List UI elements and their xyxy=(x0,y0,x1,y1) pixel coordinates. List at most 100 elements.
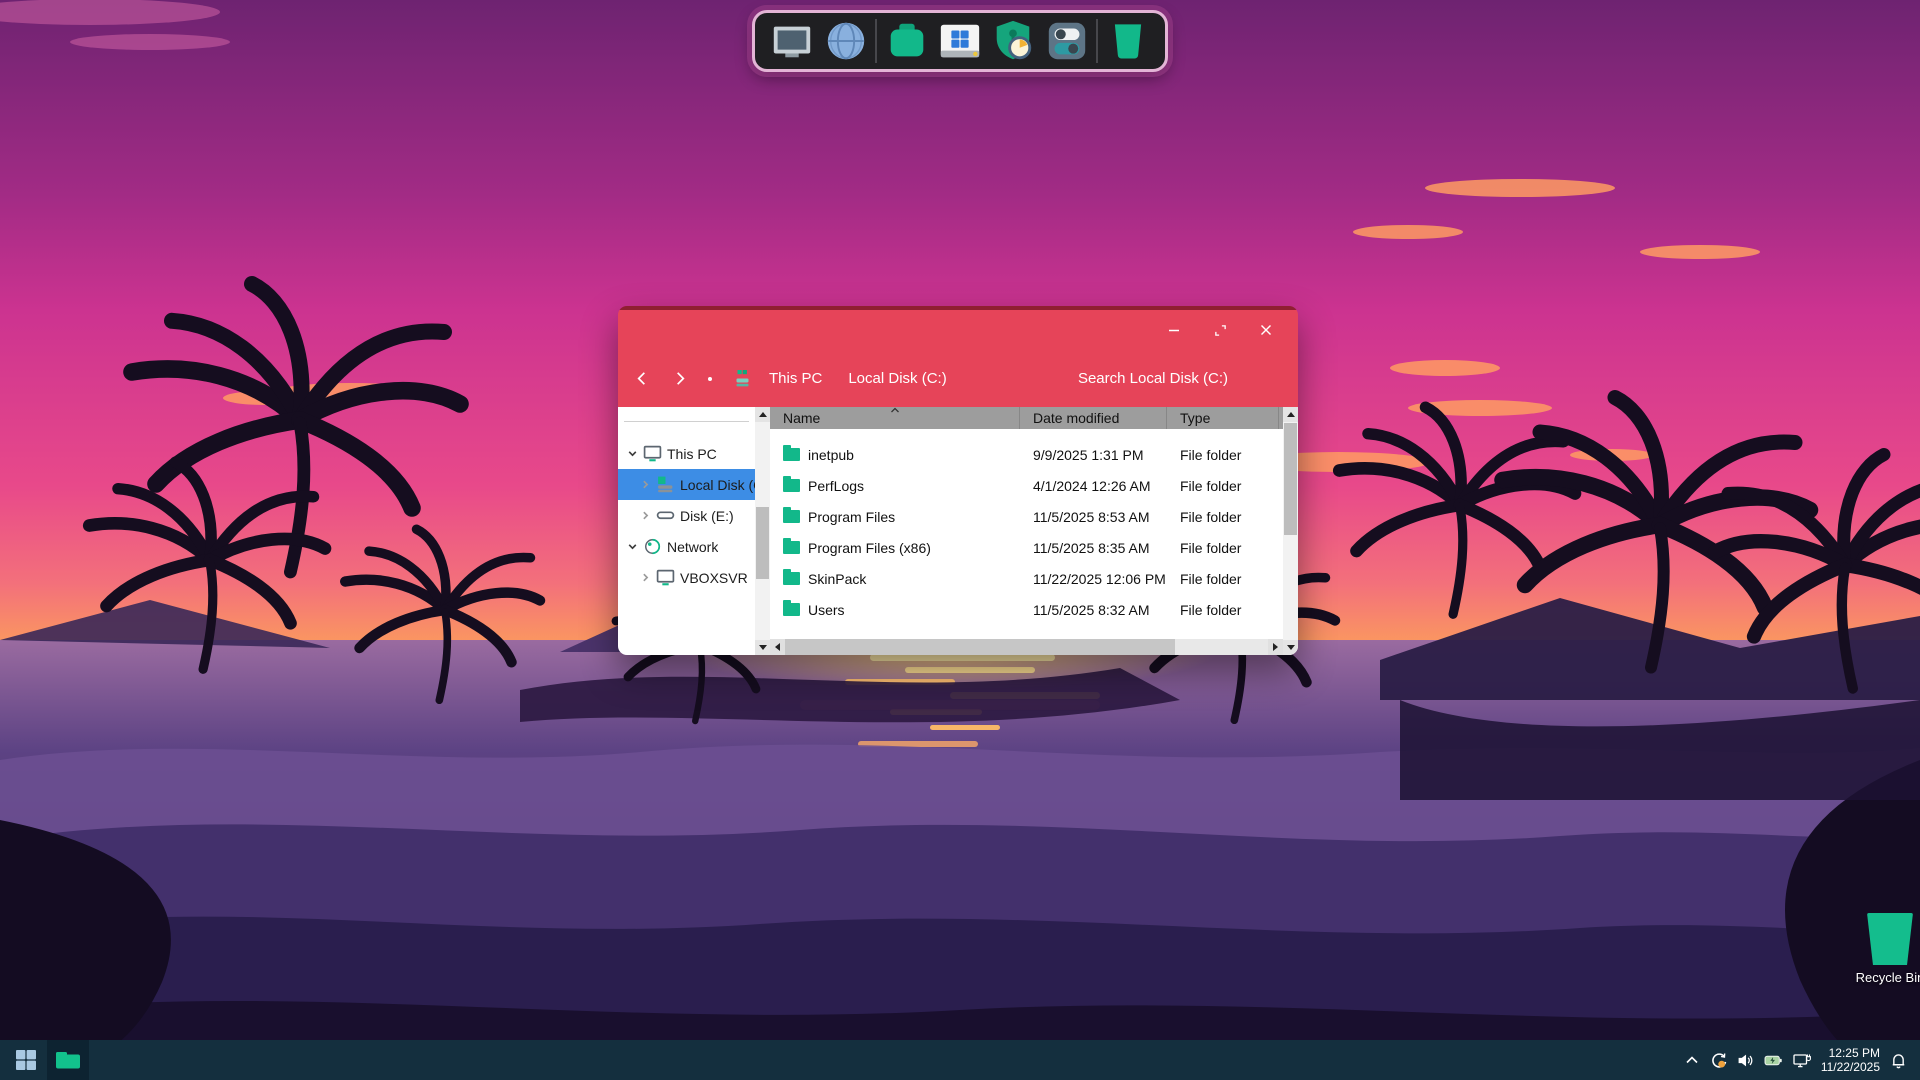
breadcrumb-this-pc[interactable]: This PC xyxy=(769,370,822,387)
minimize-icon xyxy=(1168,324,1180,336)
scroll-up-button[interactable] xyxy=(1283,407,1298,422)
back-button[interactable] xyxy=(634,370,649,387)
pc-icon xyxy=(656,569,675,586)
battery-icon[interactable] xyxy=(1764,1052,1783,1069)
file-row[interactable]: Program Files 11/5/2025 8:53 AM File fol… xyxy=(770,501,1283,532)
shield-clock-icon[interactable] xyxy=(989,17,1037,65)
scrollbar-thumb[interactable] xyxy=(1284,423,1297,535)
sync-badge-icon[interactable] xyxy=(1710,1052,1727,1069)
chevron-down-icon[interactable] xyxy=(626,448,638,459)
globe-icon[interactable] xyxy=(822,17,870,65)
disk-icon xyxy=(656,507,675,524)
maximize-icon xyxy=(1214,324,1227,337)
file-explorer-icon xyxy=(55,1049,81,1071)
sidebar-item-network[interactable]: Network xyxy=(618,531,755,562)
sidebar-item-label: VBOXSVR xyxy=(680,570,748,586)
scroll-right-button[interactable] xyxy=(1268,639,1283,655)
this-pc-address-icon xyxy=(732,368,753,389)
sidebar-item-vboxsvr[interactable]: VBOXSVR xyxy=(618,562,755,593)
forward-button[interactable] xyxy=(673,370,688,387)
sidebar-item-this-pc[interactable]: This PC xyxy=(618,438,755,469)
toggle-switches-icon[interactable] xyxy=(1043,17,1091,65)
maximize-button[interactable] xyxy=(1204,317,1236,343)
folder-icon xyxy=(783,572,800,585)
scrollbar-thumb[interactable] xyxy=(756,507,769,579)
sort-ascending-icon xyxy=(890,407,900,413)
file-date-modified: 11/5/2025 8:32 AM xyxy=(1020,602,1167,618)
chevron-down-icon[interactable] xyxy=(626,541,638,552)
search-input[interactable]: Search Local Disk (C:) xyxy=(1078,370,1228,387)
file-row[interactable]: SkinPack 11/22/2025 12:06 PM File folder xyxy=(770,563,1283,594)
folder-icon xyxy=(783,479,800,492)
windows-drive-icon[interactable] xyxy=(936,17,984,65)
file-row[interactable]: inetpub 9/9/2025 1:31 PM File folder xyxy=(770,439,1283,470)
scrollbar-thumb[interactable] xyxy=(785,639,1175,655)
file-name: SkinPack xyxy=(808,571,866,587)
file-type: File folder xyxy=(1167,540,1279,556)
network-icon xyxy=(643,538,662,555)
file-type: File folder xyxy=(1167,509,1279,525)
column-headers: Name Date modified Type xyxy=(770,407,1283,429)
breadcrumb-local-disk[interactable]: Local Disk (C:) xyxy=(848,370,946,387)
display-icon[interactable] xyxy=(1793,1052,1811,1068)
sidebar-scrollbar[interactable] xyxy=(755,407,770,655)
file-list: inetpub 9/9/2025 1:31 PM File folder Per… xyxy=(770,429,1283,639)
window-body: This PC Local Disk (C:) Disk (E:) Networ… xyxy=(618,407,1298,655)
scroll-up-button[interactable] xyxy=(755,407,770,422)
file-date-modified: 4/1/2024 12:26 AM xyxy=(1020,478,1167,494)
sidebar-item-disk-e[interactable]: Disk (E:) xyxy=(618,500,755,531)
sidebar-item-label: This PC xyxy=(667,446,717,462)
column-header-type[interactable]: Type xyxy=(1167,407,1279,429)
scroll-left-button[interactable] xyxy=(770,639,785,655)
file-date-modified: 11/5/2025 8:35 AM xyxy=(1020,540,1167,556)
dock-separator xyxy=(1096,19,1098,63)
scroll-down-button[interactable] xyxy=(755,640,770,655)
sidebar-item-label: Network xyxy=(667,539,718,555)
recycle-bin-label: Recycle Bin xyxy=(1856,970,1920,985)
scroll-down-button[interactable] xyxy=(1283,640,1298,655)
start-button[interactable] xyxy=(5,1040,47,1080)
recycle-bin-icon xyxy=(1867,913,1913,965)
taskbar: 12:25 PM 11/22/2025 xyxy=(0,1040,1920,1080)
file-type: File folder xyxy=(1167,447,1279,463)
navigation-bar: This PC Local Disk (C:) Search Local Dis… xyxy=(618,350,1298,407)
sidebar-item-local-disk-c[interactable]: Local Disk (C:) xyxy=(618,469,755,500)
folder-icon xyxy=(783,448,800,461)
trash-icon[interactable] xyxy=(1104,17,1152,65)
sidebar-item-label: Disk (E:) xyxy=(680,508,734,524)
monitor-icon[interactable] xyxy=(768,17,816,65)
recent-locations-button[interactable] xyxy=(708,377,712,381)
speaker-icon[interactable] xyxy=(1737,1052,1754,1069)
taskbar-clock[interactable]: 12:25 PM 11/22/2025 xyxy=(1821,1046,1880,1074)
recycle-bin-shortcut[interactable]: Recycle Bin xyxy=(1832,913,1920,985)
horizontal-scrollbar[interactable] xyxy=(770,639,1283,655)
close-button[interactable] xyxy=(1250,317,1282,343)
sidebar-items: This PC Local Disk (C:) Disk (E:) Networ… xyxy=(618,438,755,593)
file-date-modified: 9/9/2025 1:31 PM xyxy=(1020,447,1167,463)
pc-icon xyxy=(643,445,662,462)
file-name: Users xyxy=(808,602,845,618)
list-scrollbar[interactable] xyxy=(1283,407,1298,655)
file-row[interactable]: Program Files (x86) 11/5/2025 8:35 AM Fi… xyxy=(770,532,1283,563)
titlebar[interactable] xyxy=(618,310,1298,350)
chevron-right-icon[interactable] xyxy=(639,510,651,521)
sidebar: This PC Local Disk (C:) Disk (E:) Networ… xyxy=(618,407,755,655)
briefcase-icon[interactable] xyxy=(883,17,931,65)
folder-icon xyxy=(783,603,800,616)
taskbar-file-explorer-button[interactable] xyxy=(47,1040,89,1080)
dock-separator xyxy=(875,19,877,63)
folder-icon xyxy=(783,510,800,523)
file-row[interactable]: Users 11/5/2025 8:32 AM File folder xyxy=(770,594,1283,625)
system-tray: 12:25 PM 11/22/2025 xyxy=(1684,1046,1920,1074)
chevron-up-icon[interactable] xyxy=(1684,1052,1700,1068)
chevron-right-icon[interactable] xyxy=(639,572,651,583)
file-type: File folder xyxy=(1167,478,1279,494)
minimize-button[interactable] xyxy=(1158,317,1190,343)
file-date-modified: 11/5/2025 8:53 AM xyxy=(1020,509,1167,525)
column-header-date-modified[interactable]: Date modified xyxy=(1020,407,1167,429)
close-icon xyxy=(1260,324,1272,336)
file-row[interactable]: PerfLogs 4/1/2024 12:26 AM File folder xyxy=(770,470,1283,501)
bell-icon[interactable] xyxy=(1890,1052,1907,1069)
sidebar-divider xyxy=(624,421,749,422)
chevron-right-icon[interactable] xyxy=(639,479,651,490)
